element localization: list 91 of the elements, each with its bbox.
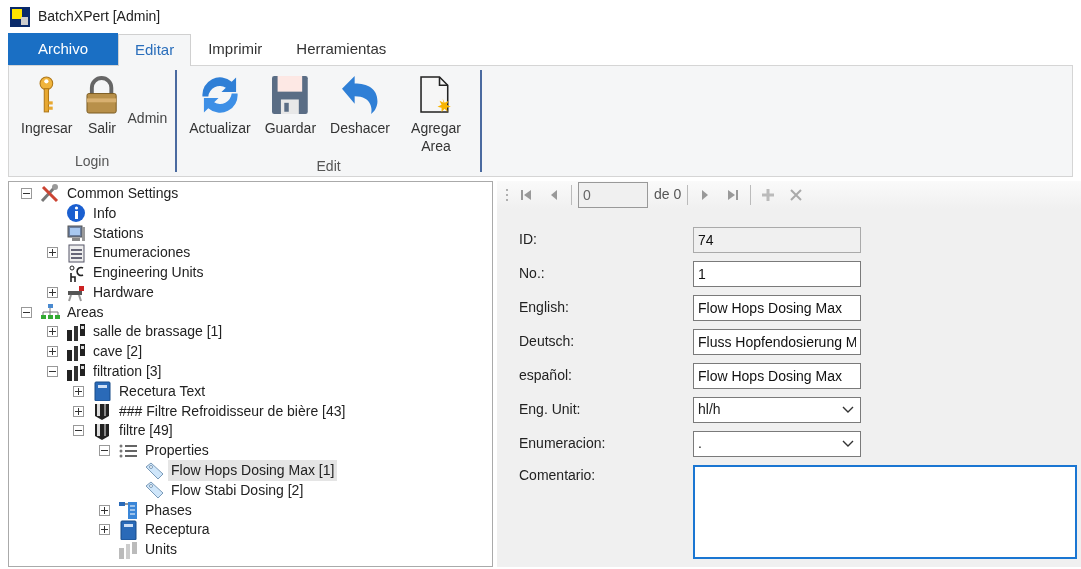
lock-icon xyxy=(86,76,118,114)
app-logo-icon xyxy=(10,6,30,27)
text-field[interactable]: Flow Hops Dosing Max xyxy=(693,294,861,321)
tree-item[interactable]: Units xyxy=(142,539,180,561)
vessels-icon xyxy=(65,341,87,362)
expander-expand-icon[interactable] xyxy=(73,385,84,397)
tree-item[interactable]: Recetura Text xyxy=(116,380,209,402)
field-label: Comentario: xyxy=(519,465,597,485)
comment-field[interactable] xyxy=(693,464,1077,559)
tree-item[interactable]: cave [2] xyxy=(90,341,146,363)
phases-icon xyxy=(117,500,139,521)
vessels-icon xyxy=(65,322,87,342)
undo-icon xyxy=(341,76,379,114)
field-label: Deutsch: xyxy=(519,332,576,351)
tree-item[interactable]: ### Filtre Refroidisseur de bière [43] xyxy=(116,400,349,422)
tree-item[interactable]: filtre [49] xyxy=(116,420,176,442)
key-icon xyxy=(38,76,55,114)
window-title: BatchXPert [Admin] xyxy=(38,7,161,26)
field-label: ID: xyxy=(519,230,538,249)
ribbon-tab[interactable]: Editar xyxy=(118,34,192,66)
expander-expand-icon[interactable] xyxy=(47,247,58,259)
vessels-icon xyxy=(117,539,139,560)
expander-collapse-icon[interactable] xyxy=(47,366,58,378)
tree-item[interactable]: Info xyxy=(90,202,120,224)
expander-expand-icon[interactable] xyxy=(99,524,110,536)
ribbon-tab[interactable]: Herramientas xyxy=(279,33,404,65)
user-label: Admin xyxy=(127,109,168,128)
dropdown[interactable]: . xyxy=(693,430,861,457)
group-label: Edit xyxy=(315,157,342,176)
expander-expand-icon[interactable] xyxy=(73,405,84,417)
field-label: Enumeracion: xyxy=(519,434,607,453)
add-icon xyxy=(761,188,776,203)
chevron-down-icon xyxy=(842,405,854,414)
ribbon-button[interactable]: Salir xyxy=(82,74,122,140)
tree-item[interactable]: Receptura xyxy=(142,519,213,541)
new-page-icon xyxy=(420,76,452,114)
tools-icon xyxy=(39,183,61,204)
field-label: No.: xyxy=(519,264,546,283)
expander-expand-icon[interactable] xyxy=(47,326,58,338)
ribbon-button[interactable]: Actualizar xyxy=(185,74,255,140)
chevron-down-icon xyxy=(842,439,854,448)
position-field[interactable]: 0 xyxy=(578,181,648,208)
delete-icon xyxy=(789,188,804,203)
tree-item[interactable]: Properties xyxy=(142,440,212,462)
tree-item[interactable]: Common Settings xyxy=(64,182,182,204)
text-field[interactable]: 1 xyxy=(693,260,861,287)
tree-item[interactable]: Flow Stabi Dosing [2] xyxy=(168,479,307,501)
ribbon-button[interactable]: Ingresar xyxy=(17,74,77,140)
tree-item[interactable]: Engineering Units xyxy=(90,262,207,284)
save-icon xyxy=(272,76,309,114)
tree-item[interactable]: Flow Hops Dosing Max [1] xyxy=(168,460,338,482)
refresh-icon xyxy=(200,76,239,114)
ribbon-button[interactable]: Deshacer xyxy=(326,74,394,140)
tree-item[interactable]: filtration [3] xyxy=(90,361,165,383)
expander-expand-icon[interactable] xyxy=(47,286,58,298)
expander-collapse-icon[interactable] xyxy=(21,187,32,199)
ribbon-tab[interactable]: Imprimir xyxy=(191,33,280,65)
tag-icon xyxy=(143,460,165,481)
document-list-icon xyxy=(65,242,87,263)
tree-item[interactable]: Stations xyxy=(90,222,147,244)
tree-item[interactable]: Enumeraciones xyxy=(90,242,194,264)
field-label: Eng. Unit: xyxy=(519,400,582,419)
tree-item[interactable]: salle de brassage [1] xyxy=(90,321,226,343)
group-label: Login xyxy=(73,152,111,171)
field-label: español: xyxy=(519,366,573,385)
tree-item[interactable]: Phases xyxy=(142,499,195,521)
ribbon-button[interactable]: Guardar xyxy=(260,74,321,140)
last-icon xyxy=(726,188,741,203)
computer-icon xyxy=(65,223,87,243)
expander-collapse-icon[interactable] xyxy=(73,425,84,437)
ribbon-button[interactable]: Agregar Area xyxy=(399,74,472,157)
info-icon xyxy=(65,203,87,224)
dropdown[interactable]: hl/h xyxy=(693,396,861,423)
file-menu-button[interactable]: Archivo xyxy=(8,33,118,65)
field-label: English: xyxy=(519,298,570,317)
book-icon xyxy=(91,381,113,402)
expander-expand-icon[interactable] xyxy=(99,504,110,516)
grip-icon xyxy=(505,186,509,203)
text-field[interactable]: Fluss Hopfendosierung M xyxy=(693,328,861,355)
record-count: de 0 xyxy=(654,185,682,204)
expander-collapse-icon[interactable] xyxy=(99,445,110,457)
tag-icon xyxy=(143,480,165,501)
first-icon xyxy=(519,188,533,203)
vessels-icon xyxy=(65,361,87,382)
expander-collapse-icon[interactable] xyxy=(21,306,32,318)
expander-expand-icon[interactable] xyxy=(47,346,58,358)
tree-item[interactable]: Areas xyxy=(64,301,107,323)
book-icon xyxy=(117,519,139,540)
text-field[interactable]: 74 xyxy=(693,226,861,253)
tree-item[interactable]: Hardware xyxy=(90,281,157,303)
text-field[interactable]: Flow Hops Dosing Max xyxy=(693,362,861,389)
